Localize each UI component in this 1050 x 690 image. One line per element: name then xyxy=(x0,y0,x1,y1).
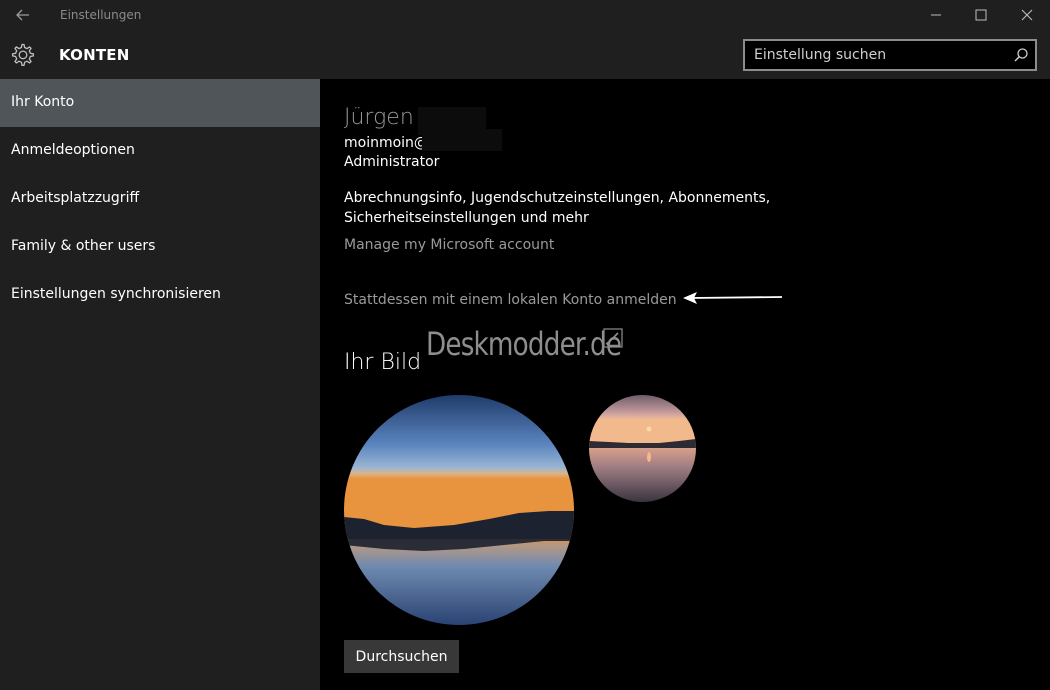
billing-info-text: Abrechnungsinfo, Jugendschutzeinstellung… xyxy=(344,190,771,226)
sidebar-item-label: Ihr Konto xyxy=(11,94,75,110)
user-email: moinmoin@ xyxy=(344,135,428,151)
sidebar-item-label: Arbeitsplatzzugriff xyxy=(11,190,140,206)
sidebar-item-family-other-users[interactable]: Family & other users xyxy=(0,223,320,271)
user-name: Jürgen xyxy=(344,105,414,130)
page-title: KONTEN xyxy=(59,46,130,64)
browse-button[interactable]: Durchsuchen xyxy=(344,640,459,673)
sidebar-item-ihr-konto[interactable]: Ihr Konto xyxy=(0,79,320,127)
sidebar-item-arbeitsplatzzugriff[interactable]: Arbeitsplatzzugriff xyxy=(0,175,320,223)
minimize-icon[interactable] xyxy=(923,3,949,27)
local-account-link[interactable]: Stattdessen mit einem lokalen Konto anme… xyxy=(344,292,677,308)
sidebar-item-anmeldeoptionen[interactable]: Anmeldeoptionen xyxy=(0,127,320,175)
main-content: Jürgen moinmoin@ Administrator Abrechnun… xyxy=(320,79,1050,690)
picture-heading: Ihr Bild xyxy=(344,350,422,375)
redaction-block xyxy=(422,129,502,151)
settings-header: KONTEN Einstellung suchen xyxy=(0,30,1050,79)
title-bar: Einstellungen xyxy=(0,0,1050,30)
sidebar-item-label: Anmeldeoptionen xyxy=(11,142,135,158)
profile-picture-small[interactable] xyxy=(589,395,696,502)
sidebar-item-label: Einstellungen synchronisieren xyxy=(11,286,221,302)
watermark-text: Deskmodder.de xyxy=(426,325,622,363)
search-icon[interactable] xyxy=(1013,47,1029,63)
profile-picture-large xyxy=(344,395,574,625)
close-icon[interactable] xyxy=(1014,3,1040,27)
user-role: Administrator xyxy=(344,154,440,170)
sidebar-item-sync-settings[interactable]: Einstellungen synchronisieren xyxy=(0,271,320,319)
manage-account-link[interactable]: Manage my Microsoft account xyxy=(344,237,554,253)
annotation-arrow-icon xyxy=(683,292,783,304)
sidebar-item-label: Family & other users xyxy=(11,238,156,254)
window-title: Einstellungen xyxy=(60,8,142,22)
gear-icon xyxy=(11,43,35,66)
back-arrow-icon[interactable] xyxy=(12,5,34,25)
watermark-pen-icon xyxy=(603,328,623,348)
search-input[interactable]: Einstellung suchen xyxy=(743,39,1037,71)
sidebar: Ihr Konto Anmeldeoptionen Arbeitsplatzzu… xyxy=(0,79,320,690)
maximize-icon[interactable] xyxy=(968,3,994,27)
search-placeholder: Einstellung suchen xyxy=(754,47,887,63)
